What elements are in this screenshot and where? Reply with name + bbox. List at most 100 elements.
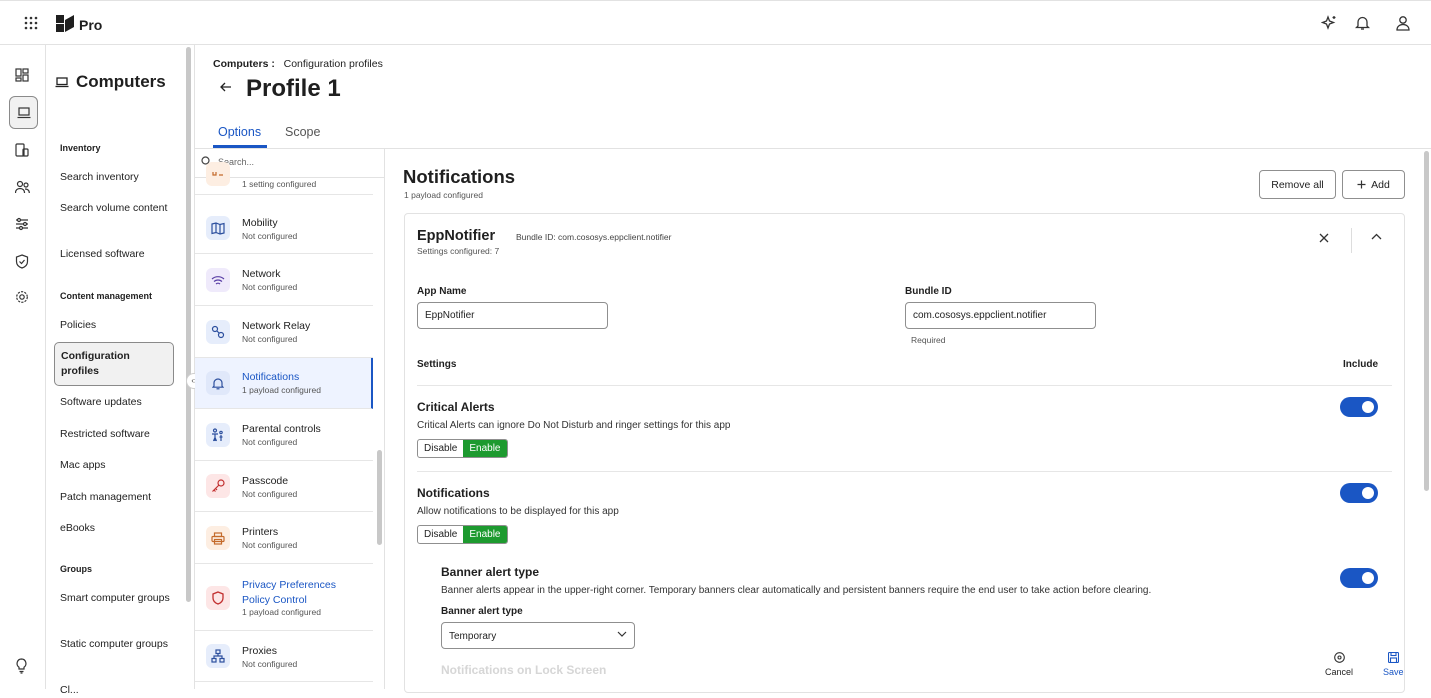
payload-item-mobility[interactable]: Mobility Not configured [195,203,373,254]
chevron-up-icon[interactable] [1371,233,1382,240]
plus-icon [1357,180,1366,189]
payload-item-parental-controls[interactable]: Parental controls Not configured [195,410,373,461]
payload-name: Mobility [242,217,278,229]
save-label: Save [1383,667,1404,677]
ai-sparkle-icon[interactable] [1321,15,1337,31]
top-bar: Pro [0,0,1431,45]
save-action[interactable]: Save [1383,652,1404,677]
sidebar-item-search-volume[interactable]: Search volume content [60,201,170,216]
payload-sub: Not configured [242,282,298,292]
bundle-id-field[interactable]: com.cososys.eppclient.notifier [905,302,1096,329]
card-settings-count: Settings configured: 7 [417,246,500,256]
app-name-label: App Name [417,286,467,297]
cancel-label: Cancel [1325,667,1354,677]
main-scrollbar[interactable] [1424,151,1429,491]
remove-all-label: Remove all [1271,178,1324,191]
sidebar-item-licensed-software[interactable]: Licensed software [60,247,170,262]
banner-alert-title: Banner alert type [441,565,540,579]
sidebar-item-mac-apps[interactable]: Mac apps [60,458,170,473]
sidebar-item-patch-management[interactable]: Patch management [60,490,170,505]
section-title: Notifications [403,166,516,187]
close-icon[interactable] [1319,233,1329,243]
banner-alert-select[interactable]: Temporary [441,622,635,649]
payload-item-passcode[interactable]: Passcode Not configured [195,461,373,512]
payload-sub: Not configured [242,437,298,447]
tab-scope[interactable]: Scope [285,125,320,139]
payload-sub: 1 payload configured [242,385,321,395]
tab-options[interactable]: Options [218,125,261,139]
sidebar-item-ebooks[interactable]: eBooks [60,521,170,536]
user-profile-icon[interactable] [1396,15,1410,31]
payload-list-scrollbar[interactable] [377,450,382,545]
critical-alerts-segmented: Disable Enable [417,439,508,458]
payload-sub: Not configured [242,659,298,669]
sidebar-item-smart-groups[interactable]: Smart computer groups [60,591,170,606]
computers-icon[interactable] [9,96,38,129]
enable-option[interactable]: Enable [463,440,507,457]
privacy-shield-icon [206,586,230,610]
map-icon [206,216,230,240]
app-name-field[interactable]: EppNotifier [417,302,608,329]
sidebar-item-restricted-software[interactable]: Restricted software [60,427,170,442]
sidebar-item-search-inventory[interactable]: Search inventory [60,170,170,185]
payload-sub: Not configured [242,489,298,499]
payload-item-privacy-preferences[interactable]: Privacy Preferences Policy Control 1 pay… [195,565,373,631]
bundle-id-label: Bundle ID [905,286,952,297]
family-icon [206,423,230,447]
sidebar-item-configuration-profiles[interactable]: Configuration profiles [54,342,174,386]
bell-icon [206,371,230,395]
disable-option[interactable]: Disable [418,526,463,543]
cancel-action[interactable]: Cancel [1325,652,1353,677]
row-divider [417,471,1392,472]
nav-scrollbar[interactable] [186,47,191,602]
include-header: Include [1343,359,1379,370]
remove-all-button[interactable]: Remove all [1259,170,1336,199]
payload-sub: Not configured [242,540,298,550]
chevron-down-icon [617,631,627,637]
gear-icon[interactable] [15,290,32,307]
breadcrumb-root[interactable]: Computers : [213,58,275,70]
bell-icon[interactable] [1355,15,1370,31]
relay-icon [206,320,230,344]
icon-rail [0,45,46,689]
card-header-divider [1351,228,1352,253]
lightbulb-icon[interactable] [15,658,32,675]
banner-alert-include-toggle[interactable] [1340,568,1378,588]
sidebar-item-static-groups[interactable]: Static computer groups [60,637,170,652]
payload-item-network[interactable]: Network Not configured [195,255,373,306]
nav-section-content: Content management [60,291,153,301]
sidebar-item-policies[interactable]: Policies [60,318,170,333]
back-arrow-icon[interactable] [220,82,232,92]
security-shield-icon[interactable] [15,254,32,271]
card-title: EppNotifier [417,228,496,244]
notifications-segmented: Disable Enable [417,525,508,544]
add-button[interactable]: Add [1342,170,1405,199]
settings-sliders-icon[interactable] [15,217,32,234]
banner-alert-desc: Banner alerts appear in the upper-right … [441,585,1152,596]
payload-card [404,213,1405,693]
enable-option[interactable]: Enable [463,526,507,543]
users-icon[interactable] [15,180,32,197]
payload-item-network-relay[interactable]: Network Relay Not configured [195,307,373,358]
notifications-desc: Allow notifications to be displayed for … [417,506,619,517]
devices-icon[interactable] [15,143,32,160]
payload-name: Passcode [242,475,289,487]
payload-name: Parental controls [242,423,321,435]
payload-item-printers[interactable]: Printers Not configured [195,513,373,564]
sidebar-item-software-updates[interactable]: Software updates [60,395,170,410]
notifications-title: Notifications [417,486,490,500]
dashboard-icon[interactable] [15,68,32,85]
app-grid-icon[interactable] [24,16,38,30]
sidebar-item-partial[interactable]: Cl... [60,683,170,698]
payload-name: Network Relay [242,320,311,332]
payload-item-notifications[interactable]: Notifications 1 payload configured [195,358,373,409]
critical-alerts-title: Critical Alerts [417,400,495,414]
payload-item-proxies[interactable]: Proxies Not configured [195,631,373,682]
disable-option[interactable]: Disable [418,440,463,457]
breadcrumb: Computers : Configuration profiles [213,58,383,70]
sidebar-nav: Computers Inventory Search inventory Sea… [46,45,184,696]
critical-alerts-include-toggle[interactable] [1340,397,1378,417]
payload-list: Search... 1 setting configured Mobility … [195,149,385,689]
notifications-include-toggle[interactable] [1340,483,1378,503]
payload-item-partial[interactable]: 1 setting configured [195,149,373,195]
